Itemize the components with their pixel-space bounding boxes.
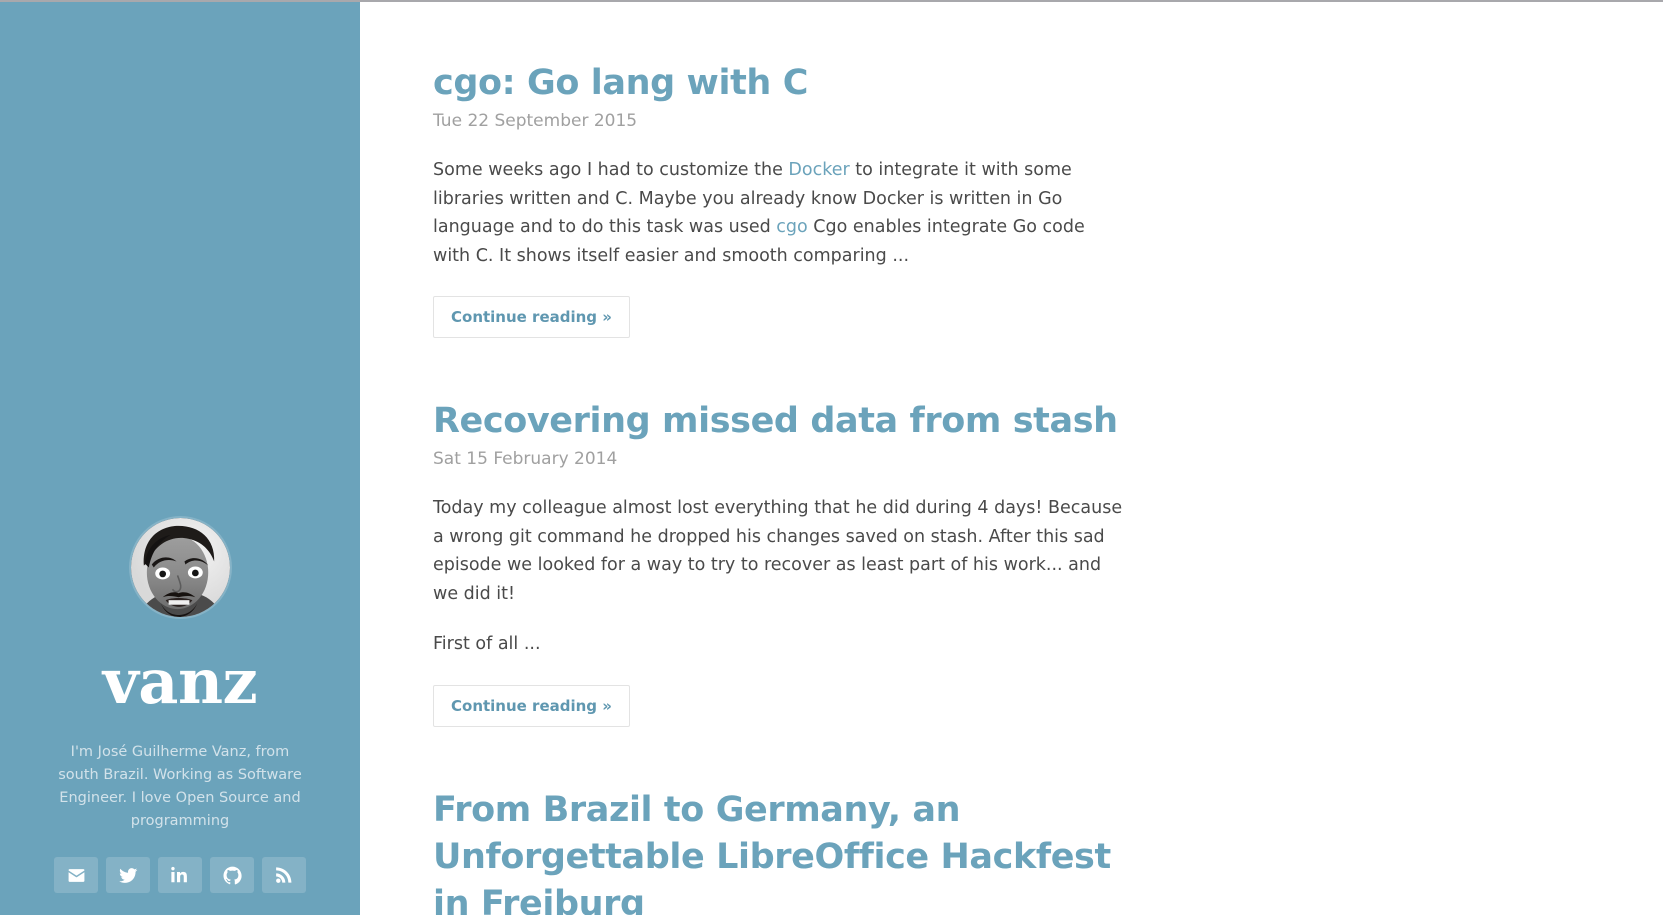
continue-reading-button[interactable]: Continue reading » — [433, 296, 630, 338]
continue-reading-button[interactable]: Continue reading » — [433, 684, 630, 727]
social-link-github[interactable] — [210, 857, 254, 893]
post-date: Tue 22 September 2015 — [433, 111, 638, 131]
post-excerpt: First of all ... — [433, 634, 541, 654]
main-content: cgo: Go lang with C Tue 22 September 2015… — [360, 2, 1663, 915]
page-root: vanz I'm José Guilherme Vanz, from south… — [0, 0, 1663, 915]
twitter-icon — [118, 866, 138, 885]
social-link-twitter[interactable] — [106, 857, 150, 893]
social-link-linkedin[interactable] — [158, 857, 202, 893]
social-link-email[interactable] — [54, 857, 98, 893]
post-item: Recovering missed data from stash Sat 15 … — [433, 398, 1123, 727]
post-excerpt: Some weeks ago I had to customize the Do… — [433, 160, 1085, 266]
post-date: Sat 15 February 2014 — [433, 449, 618, 469]
inline-link[interactable]: cgo — [776, 217, 807, 237]
post-list: cgo: Go lang with C Tue 22 September 2015… — [433, 2, 1123, 915]
social-links — [54, 857, 306, 893]
site-title[interactable]: vanz — [103, 651, 258, 713]
email-icon — [67, 866, 86, 885]
sidebar: vanz I'm José Guilherme Vanz, from south… — [0, 2, 360, 915]
rss-icon — [275, 866, 293, 884]
avatar — [130, 518, 230, 617]
github-icon — [222, 866, 242, 885]
inline-link[interactable]: Docker — [788, 160, 849, 180]
post-title-link[interactable]: Recovering missed data from stash — [433, 398, 1123, 445]
post-item: From Brazil to Germany, an Unforgettable… — [433, 787, 1123, 915]
sidebar-tagline: I'm José Guilherme Vanz, from south Braz… — [58, 744, 302, 829]
post-title-link[interactable]: From Brazil to Germany, an Unforgettable… — [433, 787, 1123, 915]
post-title-link[interactable]: cgo: Go lang with C — [433, 60, 1123, 107]
social-link-rss[interactable] — [262, 857, 306, 893]
linkedin-icon — [171, 866, 189, 884]
post-excerpt: Today my colleague almost lost everythin… — [433, 498, 1123, 604]
post-item: cgo: Go lang with C Tue 22 September 2015… — [433, 60, 1123, 338]
